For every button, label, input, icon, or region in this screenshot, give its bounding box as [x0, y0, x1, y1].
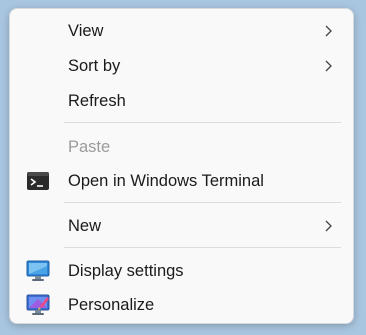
- menu-separator: [64, 202, 341, 203]
- menu-item-display-settings[interactable]: Display settings: [14, 254, 349, 288]
- menu-item-label: Refresh: [68, 91, 126, 110]
- menu-item-paste: Paste: [14, 130, 349, 164]
- menu-item-sort-by[interactable]: Sort by: [14, 49, 349, 83]
- chevron-right-icon: [325, 220, 332, 232]
- menu-separator: [64, 122, 341, 123]
- menu-item-view[interactable]: View: [14, 14, 349, 48]
- chevron-right-icon: [325, 25, 332, 37]
- personalize-icon: [26, 294, 50, 315]
- menu-item-label: Paste: [68, 137, 111, 156]
- menu-item-label: Personalize: [68, 295, 155, 314]
- menu-item-open-in-windows-terminal[interactable]: Open in Windows Terminal: [14, 164, 349, 198]
- display-settings-icon: [26, 260, 50, 281]
- desktop-context-menu: View Sort by Refresh Paste Open in Windo…: [9, 8, 354, 324]
- menu-item-label: Sort by: [68, 56, 121, 75]
- menu-item-new[interactable]: New: [14, 209, 349, 243]
- menu-item-label: New: [68, 216, 102, 235]
- menu-item-refresh[interactable]: Refresh: [14, 84, 349, 118]
- menu-item-label: Open in Windows Terminal: [68, 171, 264, 190]
- menu-item-label: Display settings: [68, 261, 184, 280]
- chevron-right-icon: [325, 60, 332, 72]
- menu-separator: [64, 247, 341, 248]
- menu-item-label: View: [68, 21, 104, 40]
- menu-item-personalize[interactable]: Personalize: [14, 288, 349, 322]
- terminal-icon: [27, 172, 49, 190]
